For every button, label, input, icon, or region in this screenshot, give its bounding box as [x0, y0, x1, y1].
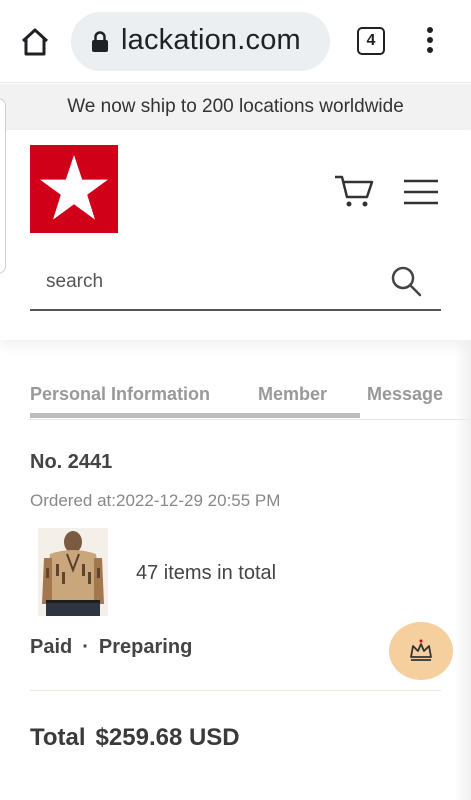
- site-header: [0, 130, 471, 340]
- announcement-bar: We now ship to 200 locations worldwide: [0, 84, 471, 130]
- active-tab-indicator: [30, 413, 360, 418]
- cart-icon[interactable]: [333, 173, 375, 209]
- lock-icon: [92, 31, 108, 52]
- tab-switcher-button[interactable]: 4: [357, 27, 385, 55]
- total-amount: $259.68 USD: [95, 724, 240, 751]
- crown-icon: [410, 639, 432, 661]
- url-text: lackation.com: [121, 24, 301, 56]
- total-label: Total: [30, 724, 86, 751]
- tab-message[interactable]: Message: [367, 384, 443, 405]
- more-vert-icon[interactable]: [420, 27, 440, 57]
- browser-toolbar: lackation.com 4: [0, 0, 471, 83]
- tab-personal-information[interactable]: Personal Information: [30, 384, 210, 405]
- account-tabs: Personal Information Member Message: [30, 370, 471, 420]
- order-total: Total $259.68 USD: [30, 724, 240, 752]
- fulfillment-status: Preparing: [98, 636, 193, 658]
- product-image: [38, 528, 108, 616]
- search-bar: [30, 255, 441, 311]
- status-separator: ·: [82, 636, 89, 658]
- tab-member[interactable]: Member: [258, 384, 327, 405]
- payment-status: Paid: [30, 636, 73, 658]
- hamburger-menu-icon[interactable]: [402, 178, 440, 206]
- order-status: Paid · Preparing: [30, 636, 192, 659]
- divider: [30, 690, 441, 691]
- star-logo[interactable]: [30, 145, 118, 233]
- search-icon[interactable]: [390, 265, 422, 297]
- address-bar[interactable]: lackation.com: [71, 12, 330, 71]
- order-number[interactable]: No. 2441: [30, 451, 112, 474]
- home-icon[interactable]: [18, 25, 52, 59]
- product-thumbnail[interactable]: [38, 528, 108, 616]
- side-drawer-handle[interactable]: [0, 98, 6, 274]
- items-total: 47 items in total: [136, 562, 277, 584]
- order-date: Ordered at:2022-12-29 20:55 PM: [30, 491, 281, 510]
- search-input[interactable]: [46, 269, 366, 295]
- vip-button[interactable]: [389, 622, 453, 680]
- star-icon: [40, 155, 108, 220]
